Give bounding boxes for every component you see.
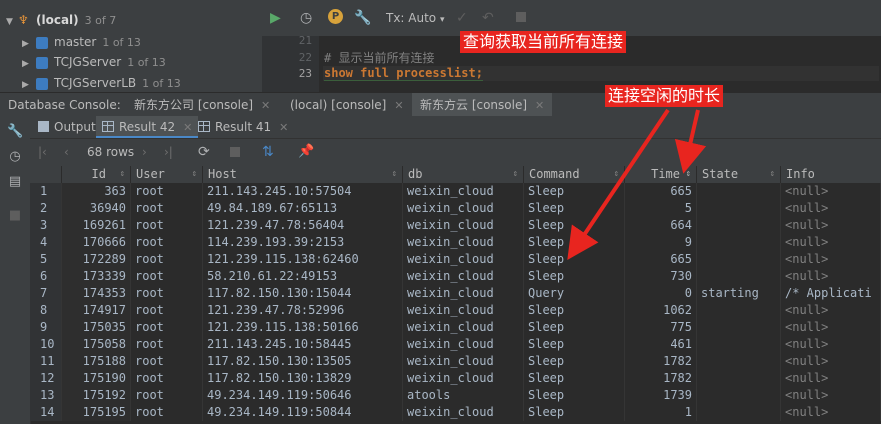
arrow-to-command (567, 108, 670, 260)
arrow-to-time-header (674, 109, 707, 174)
annotation-arrows (567, 108, 707, 260)
